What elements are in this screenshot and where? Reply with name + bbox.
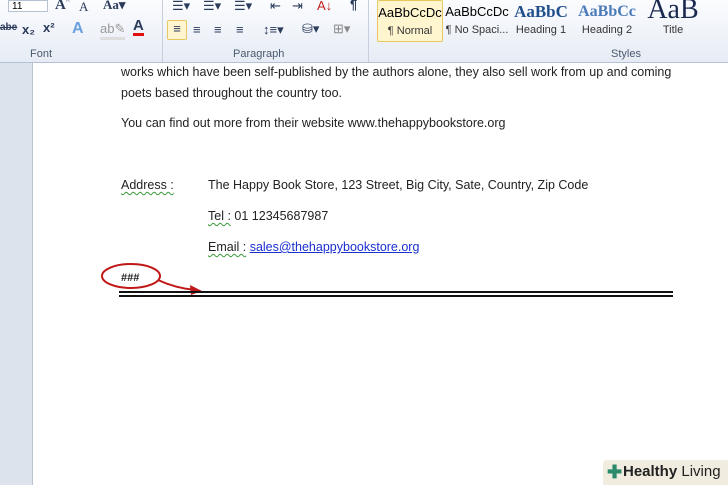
tel-label: Tel : [208,209,231,223]
numbering-icon[interactable]: ☰▾ [203,0,221,14]
watermark-logo: ✚ Healthy Living [603,460,728,485]
change-case-icon[interactable]: Aa▾ [103,0,125,13]
style-heading-1[interactable]: AaBbC Heading 1 [508,0,574,42]
font-group-label: Font [30,48,53,60]
sort-icon[interactable]: A↓ [317,0,332,13]
left-gutter [0,63,33,485]
decrease-indent-icon[interactable]: ⇤ [270,0,281,14]
style-no-spacing[interactable]: AaBbCcDc ¶ No Spaci... [444,0,510,42]
tel-value: 01 12345687987 [234,209,329,223]
style-heading-2[interactable]: AaBbCc Heading 2 [574,0,640,42]
styles-group-label: Styles [611,48,641,60]
shading-icon[interactable]: ⛁▾ [302,21,319,37]
shrink-font-icon[interactable]: A [79,0,88,15]
bullets-icon[interactable]: ☰▾ [172,0,190,14]
borders-icon[interactable]: ⊞▾ [333,21,350,37]
justify-icon[interactable]: ≡ [236,22,244,37]
superscript-icon[interactable]: x² [43,20,55,35]
align-right-icon[interactable]: ≡ [214,22,222,37]
body-line-3: You can find out more from their website… [121,116,506,130]
text-effects-icon[interactable]: A [72,20,84,38]
align-left-button[interactable]: ≡ [167,20,187,40]
line-spacing-icon[interactable]: ↕≡▾ [263,22,284,38]
style-title[interactable]: AaB Title [640,0,706,42]
highlight-icon[interactable]: ab✎ [100,21,126,40]
address-value: The Happy Book Store, 123 Street, Big Ci… [208,178,589,192]
align-center-icon[interactable]: ≡ [193,22,201,37]
tel-line: Tel : 01 12345687987 [208,209,328,223]
multilevel-list-icon[interactable]: ☰▾ [234,0,252,14]
font-color-icon[interactable]: A [133,18,144,36]
email-link[interactable]: sales@thehappybookstore.org [250,240,420,254]
font-size-box[interactable]: 11 [8,0,48,12]
paragraph-group-label: Paragraph [233,48,285,60]
email-line: Email : sales@thehappybookstore.org [208,240,419,254]
annotation-circle-arrow [101,263,202,295]
strikethrough-icon[interactable]: abe [0,22,17,33]
ribbon: 11 A^ A Aa▾ abe x₂ x² A ab✎ A Font ☰▾ ☰▾… [0,0,728,63]
grow-font-icon[interactable]: A^ [55,0,70,14]
email-label: Email : [208,240,247,254]
increase-indent-icon[interactable]: ⇥ [292,0,303,14]
horizontal-rule [119,291,673,297]
body-line-2: poets based throughout the country too. [121,86,342,100]
address-label: Address : [121,178,174,192]
plus-icon: ✚ [607,462,623,482]
subscript-icon[interactable]: x₂ [22,22,35,37]
show-formatting-icon[interactable]: ¶ [350,0,357,12]
body-line-1: works which have been self-published by … [121,65,672,79]
style-normal[interactable]: AaBbCcDc ¶ Normal [377,0,443,42]
